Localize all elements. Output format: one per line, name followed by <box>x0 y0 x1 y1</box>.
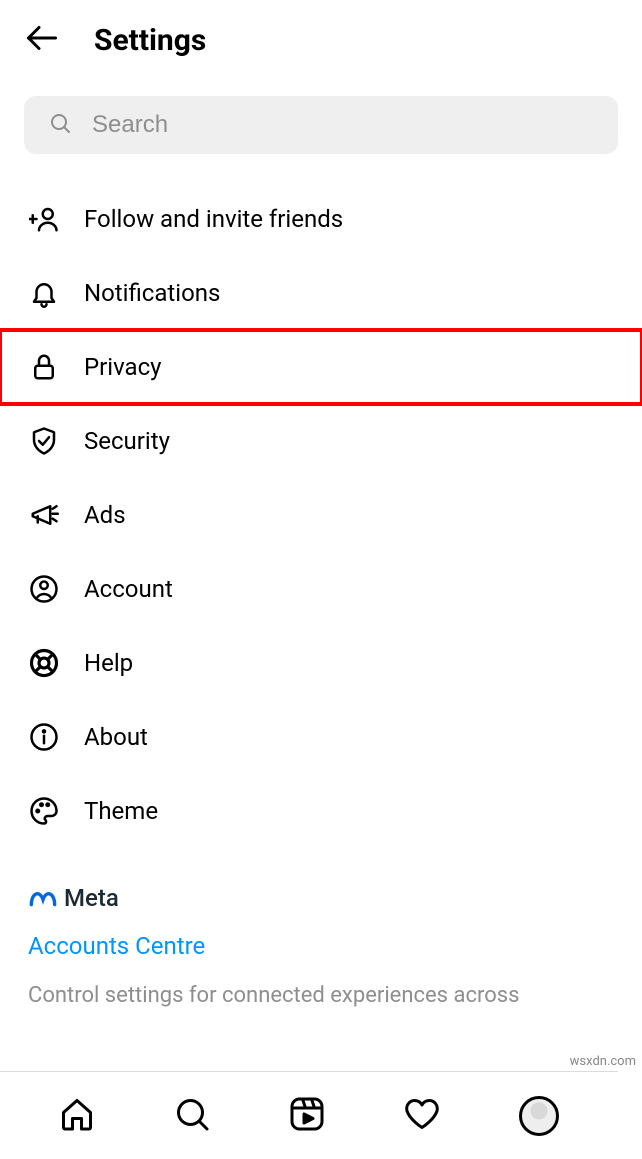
palette-icon <box>28 796 60 826</box>
menu-item-account[interactable]: Account <box>0 552 642 626</box>
menu-item-security[interactable]: Security <box>0 404 642 478</box>
info-icon <box>28 722 60 752</box>
menu-item-notifications[interactable]: Notifications <box>0 256 642 330</box>
search-icon <box>48 111 72 139</box>
search-input[interactable] <box>92 111 594 139</box>
menu-label: Account <box>84 575 173 603</box>
shield-icon <box>28 426 60 456</box>
menu-item-ads[interactable]: Ads <box>0 478 642 552</box>
menu-label: Help <box>84 649 133 677</box>
back-button[interactable] <box>24 20 60 60</box>
search-icon <box>174 1096 210 1132</box>
bottom-nav <box>0 1071 618 1159</box>
settings-menu: Follow and invite friends Notifications … <box>0 182 642 848</box>
menu-item-privacy[interactable]: Privacy <box>0 330 642 404</box>
reels-icon <box>289 1096 325 1132</box>
menu-label: Privacy <box>84 353 162 381</box>
menu-label: Follow and invite friends <box>84 205 343 233</box>
menu-item-help[interactable]: Help <box>0 626 642 700</box>
meta-description: Control settings for connected experienc… <box>28 982 614 1011</box>
lock-icon <box>28 352 60 382</box>
menu-label: Theme <box>84 797 158 825</box>
search-box[interactable] <box>24 96 618 154</box>
account-icon <box>28 574 60 604</box>
heart-icon <box>404 1096 440 1132</box>
menu-label: About <box>84 723 148 751</box>
help-icon <box>28 648 60 678</box>
watermark: wsxdn.com <box>570 1054 636 1069</box>
nav-reels[interactable] <box>289 1096 325 1136</box>
nav-activity[interactable] <box>404 1096 440 1136</box>
page-title: Settings <box>94 23 206 58</box>
menu-label: Notifications <box>84 279 220 307</box>
megaphone-icon <box>28 500 60 530</box>
avatar-icon <box>519 1096 559 1136</box>
menu-label: Ads <box>84 501 126 529</box>
nav-profile[interactable] <box>519 1096 559 1136</box>
menu-item-theme[interactable]: Theme <box>0 774 642 848</box>
menu-item-about[interactable]: About <box>0 700 642 774</box>
bell-icon <box>28 278 60 308</box>
menu-label: Security <box>84 427 170 455</box>
meta-brand: Meta <box>28 884 614 912</box>
menu-item-follow-invite[interactable]: Follow and invite friends <box>0 182 642 256</box>
home-icon <box>59 1096 95 1132</box>
accounts-centre-link[interactable]: Accounts Centre <box>28 932 614 960</box>
nav-home[interactable] <box>59 1096 95 1136</box>
nav-search[interactable] <box>174 1096 210 1136</box>
add-person-icon <box>28 204 60 234</box>
meta-brand-text: Meta <box>64 884 119 912</box>
meta-icon <box>28 888 58 908</box>
